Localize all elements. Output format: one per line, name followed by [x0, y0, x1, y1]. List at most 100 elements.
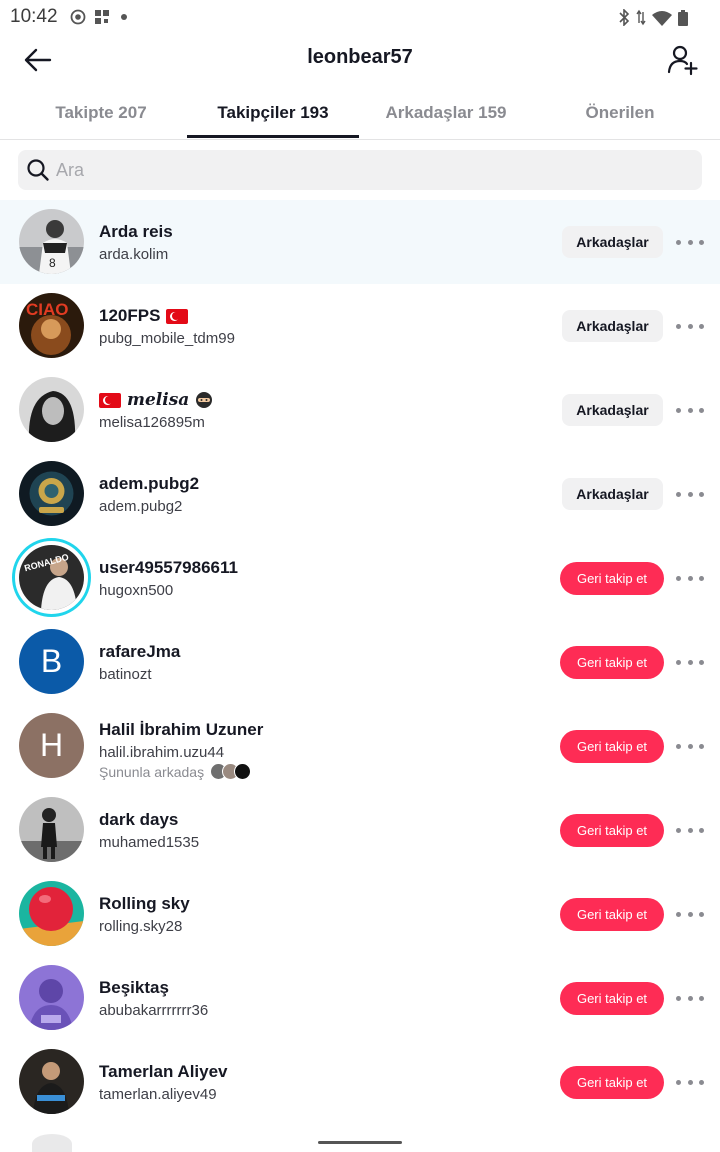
more-options-button[interactable] [676, 986, 704, 1010]
user-display-name: Halil İbrahim Uzuner [99, 720, 264, 739]
more-options-button[interactable] [676, 650, 704, 674]
tab-followers[interactable]: Takipçiler 193 [187, 90, 359, 140]
user-handle: pubg_mobile_tdm99 [99, 330, 235, 347]
user-display-name: melisa [99, 390, 213, 410]
more-options-button[interactable] [676, 482, 704, 506]
user-display-name: Rolling sky [99, 894, 190, 913]
more-options-button[interactable] [676, 1070, 704, 1094]
user-handle: muhamed1535 [99, 834, 200, 851]
follow-back-button[interactable]: Geri takip et [560, 898, 664, 931]
list-item[interactable]: CIAO 120FPS pubg_mobile_tdm99 Arkadaşlar [0, 284, 720, 368]
add-user-icon [667, 45, 698, 76]
user-handle: arda.kolim [99, 246, 169, 263]
avatar[interactable]: RONALDO [19, 545, 84, 610]
active-tab-indicator [187, 135, 359, 138]
follow-back-button[interactable]: Geri takip et [560, 1066, 664, 1099]
more-dots-icon [676, 659, 681, 665]
follow-back-button[interactable]: Geri takip et [560, 982, 664, 1015]
list-item[interactable]: Beşiktaş abubakarrrrrrr36 Geri takip et [0, 956, 720, 1040]
more-options-button[interactable] [676, 902, 704, 926]
list-item[interactable]: melisa melisa126895m Arkadaşlar [0, 368, 720, 452]
list-item[interactable]: Tamerlan Aliyev tamerlan.aliyev49 Geri t… [0, 1040, 720, 1124]
avatar[interactable] [19, 797, 84, 862]
mini-avatar [234, 763, 252, 780]
user-display-name: adem.pubg2 [99, 474, 200, 493]
list-item[interactable]: RONALDO user49557986611 hugoxn500 Geri t… [0, 536, 720, 620]
mutual-avatars [208, 763, 252, 780]
follow-back-button[interactable]: Geri takip et [560, 730, 664, 763]
user-handle: batinozt [99, 666, 152, 683]
search-icon [27, 159, 49, 181]
next-avatar-peek [32, 1134, 72, 1152]
list-item[interactable]: 8 Arda reis arda.kolim Arkadaşlar [0, 200, 720, 284]
user-display-name: Tamerlan Aliyev [99, 1062, 228, 1081]
user-display-name: 120FPS [99, 306, 189, 326]
avatar[interactable] [19, 377, 84, 442]
follow-tabs: Takipte 207 Takipçiler 193 Arkadaşlar 15… [0, 90, 720, 140]
more-dots-icon [676, 323, 681, 329]
apps-icon [95, 9, 109, 24]
more-options-button[interactable] [676, 398, 704, 422]
friends-button[interactable]: Arkadaşlar [562, 226, 663, 258]
data-arrows-icon [636, 9, 646, 26]
user-handle: rolling.sky28 [99, 918, 183, 935]
avatar[interactable] [19, 965, 84, 1030]
user-display-name: dark days [99, 810, 179, 829]
more-options-button[interactable] [676, 566, 704, 590]
list-item[interactable]: H Halil İbrahim Uzuner halil.ibrahim.uzu… [0, 704, 720, 788]
avatar[interactable]: 8 [19, 209, 84, 274]
more-dots-icon [676, 827, 681, 833]
search-input[interactable] [56, 159, 656, 181]
user-handle: abubakarrrrrrr36 [99, 1002, 209, 1019]
more-options-button[interactable] [676, 314, 704, 338]
add-user-button[interactable] [662, 40, 702, 80]
list-item[interactable]: dark days muhamed1535 Geri takip et [0, 788, 720, 872]
list-item[interactable]: Rolling sky rolling.sky28 Geri takip et [0, 872, 720, 956]
friends-button[interactable]: Arkadaşlar [562, 394, 663, 426]
status-bar: 10:42 [0, 0, 720, 36]
status-right-icons [618, 9, 688, 26]
user-display-name: rafareJma [99, 642, 181, 661]
avatar[interactable] [19, 461, 84, 526]
list-item[interactable]: adem.pubg2 adem.pubg2 Arkadaşlar [0, 452, 720, 536]
svg-text:8: 8 [49, 256, 56, 270]
more-options-button[interactable] [676, 230, 704, 254]
user-display-name: Beşiktaş [99, 978, 169, 997]
friends-button[interactable]: Arkadaşlar [562, 310, 663, 342]
avatar[interactable] [19, 1049, 84, 1114]
search-bar [18, 150, 702, 190]
bluetooth-icon [619, 9, 630, 26]
page-title: leonbear57 [307, 46, 413, 68]
tab-friends[interactable]: Arkadaşlar 159 [360, 90, 532, 140]
user-handle: halil.ibrahim.uzu44 [99, 744, 225, 761]
mutual-friends[interactable]: Şununla arkadaş [99, 763, 252, 780]
more-dots-icon [676, 491, 681, 497]
user-handle: hugoxn500 [99, 582, 174, 599]
battery-icon [678, 9, 688, 26]
follow-back-button[interactable]: Geri takip et [560, 646, 664, 679]
more-dots-icon [676, 743, 681, 749]
follower-list: 8 Arda reis arda.kolim Arkadaşlar CIAO 1… [0, 200, 720, 1124]
avatar[interactable]: B [19, 629, 84, 694]
follow-back-button[interactable]: Geri takip et [560, 814, 664, 847]
follow-back-button[interactable]: Geri takip et [560, 562, 664, 595]
home-indicator[interactable] [318, 1141, 402, 1144]
status-time: 10:42 [10, 6, 58, 27]
status-left-icons [70, 9, 129, 25]
more-options-button[interactable] [676, 734, 704, 758]
dot-icon [121, 14, 127, 20]
user-handle: tamerlan.aliyev49 [99, 1086, 217, 1103]
more-dots-icon [676, 575, 681, 581]
user-handle: adem.pubg2 [99, 498, 183, 515]
tab-suggested[interactable]: Önerilen [534, 90, 706, 140]
tab-following[interactable]: Takipte 207 [15, 90, 187, 140]
more-options-button[interactable] [676, 818, 704, 842]
more-dots-icon [676, 1079, 681, 1085]
avatar[interactable] [19, 881, 84, 946]
list-item[interactable]: B rafareJma batinozt Geri takip et [0, 620, 720, 704]
friends-button[interactable]: Arkadaşlar [562, 478, 663, 510]
avatar[interactable]: CIAO [19, 293, 84, 358]
more-dots-icon [676, 911, 681, 917]
profile-header: leonbear57 [0, 36, 720, 84]
avatar[interactable]: H [19, 713, 84, 778]
